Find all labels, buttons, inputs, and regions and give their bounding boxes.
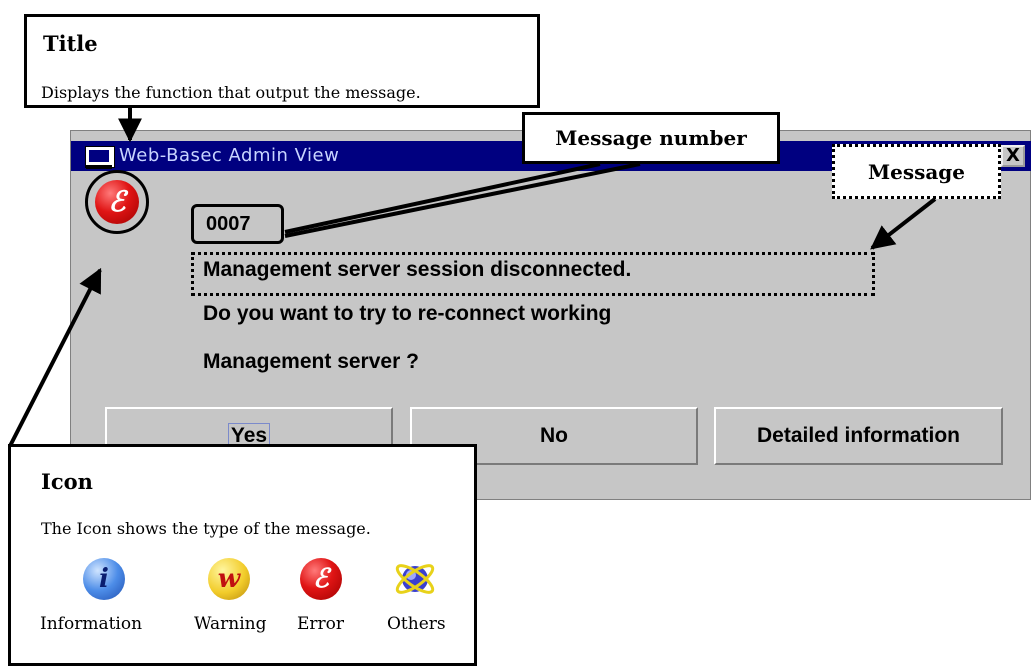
message-number-arrow-2	[284, 162, 641, 238]
message-number-arrow-1	[284, 162, 601, 234]
icon-arrow	[8, 267, 102, 447]
message-arrow	[870, 197, 937, 250]
callout-arrows	[8, 108, 937, 447]
